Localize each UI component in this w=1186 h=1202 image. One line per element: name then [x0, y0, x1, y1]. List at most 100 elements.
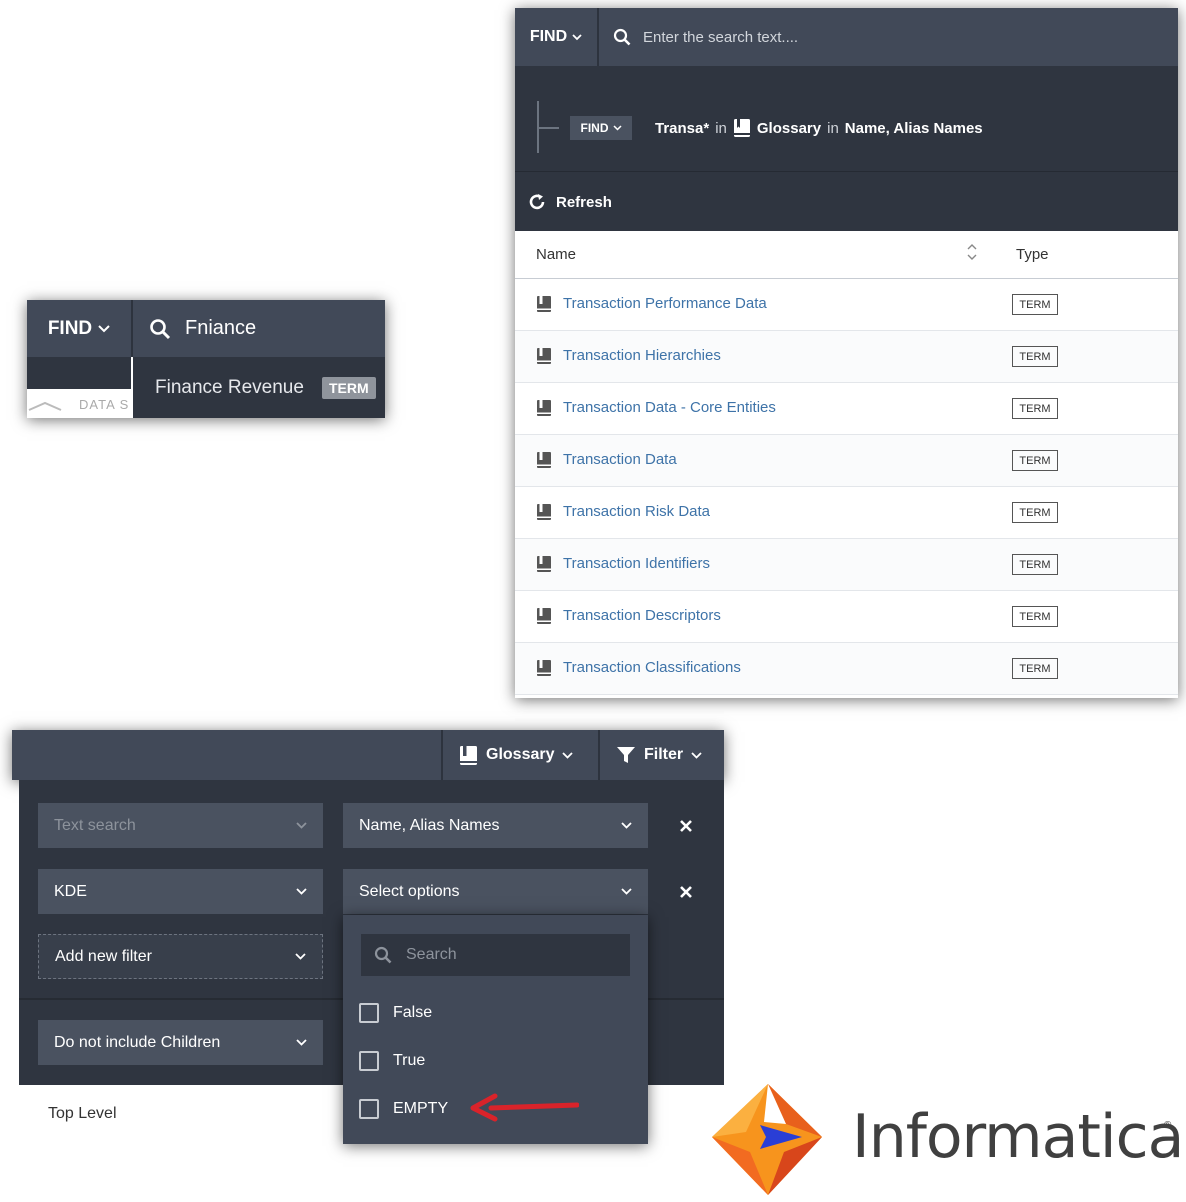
glossary-label: Glossary: [486, 746, 555, 763]
table-row[interactable]: Transaction Identifiers TERM: [515, 539, 1178, 591]
suggestion-item[interactable]: Finance Revenue TERM: [133, 357, 385, 418]
brand-name: Informatica: [852, 1102, 1184, 1172]
refresh-button[interactable]: Refresh: [515, 171, 1178, 232]
term-book-icon: [537, 660, 551, 676]
search-fields-value: Name, Alias Names: [359, 816, 500, 834]
remove-filter-button[interactable]: [674, 880, 698, 904]
table-row[interactable]: Transaction Data - Core Entities TERM: [515, 383, 1178, 435]
checkbox[interactable]: [359, 1051, 379, 1071]
chevron-down-icon: [691, 751, 702, 759]
term-name-link[interactable]: Transaction Data: [563, 451, 677, 468]
refresh-label: Refresh: [556, 193, 612, 211]
chevron-down-icon: [295, 953, 306, 960]
option-label: True: [393, 1052, 426, 1069]
glossary-book-icon: [733, 119, 750, 137]
term-type-badge: TERM: [1012, 346, 1058, 367]
criteria-find-label: FIND: [580, 121, 609, 135]
suggestion-type-badge: TERM: [321, 376, 376, 399]
glossary-book-icon: [460, 745, 477, 765]
filter-label: Filter: [644, 746, 684, 763]
term-book-icon: [537, 556, 551, 572]
chevron-down-icon: [621, 888, 632, 895]
criteria-in: in: [827, 119, 839, 137]
option-empty[interactable]: EMPTY: [359, 1099, 448, 1119]
text-search-select[interactable]: Text search: [38, 803, 323, 848]
criteria-fields: Name, Alias Names: [844, 119, 983, 137]
column-header-type[interactable]: Type: [1016, 246, 1049, 263]
filter-panel: Glossary Filter Text search Name, Alias …: [12, 730, 724, 1144]
text-search-placeholder: Text search: [54, 816, 136, 834]
add-new-filter-select[interactable]: Add new filter: [38, 934, 323, 979]
close-icon: [680, 820, 692, 832]
search-fields-select[interactable]: Name, Alias Names: [343, 803, 648, 848]
term-book-icon: [537, 348, 551, 364]
table-row[interactable]: Transaction Risk Data TERM: [515, 487, 1178, 539]
term-book-icon: [537, 296, 551, 312]
chevron-down-icon: [296, 822, 307, 829]
attribute-select[interactable]: KDE: [38, 869, 323, 914]
glossary-dropdown[interactable]: Glossary: [441, 730, 598, 780]
search-icon: [150, 318, 171, 339]
term-type-badge: TERM: [1012, 502, 1058, 523]
term-type-badge: TERM: [1012, 658, 1058, 679]
checkbox[interactable]: [359, 1003, 379, 1023]
search-placeholder: Enter the search text....: [643, 28, 799, 46]
chevron-down-icon: [296, 1039, 307, 1046]
find-lower-strip: [27, 357, 131, 389]
chevron-down-icon: [572, 33, 582, 40]
option-label: EMPTY: [393, 1100, 449, 1117]
tree-branch: [537, 127, 559, 129]
informatica-logo: Informatica ®: [706, 1082, 1184, 1197]
option-true[interactable]: True: [359, 1051, 425, 1071]
filter-dropdown[interactable]: Filter: [598, 730, 726, 780]
red-arrow-annotation: [470, 1093, 579, 1122]
sort-icon[interactable]: [967, 243, 977, 261]
children-value: Do not include Children: [54, 1033, 221, 1051]
table-row[interactable]: Transaction Performance Data TERM: [515, 279, 1178, 331]
checkbox[interactable]: [359, 1099, 379, 1119]
informatica-logo-mark: [712, 1084, 822, 1195]
remove-filter-button[interactable]: [674, 814, 698, 838]
term-name-link[interactable]: Transaction Data - Core Entities: [563, 399, 776, 416]
background-label: DATA S: [79, 397, 130, 412]
term-name-link[interactable]: Transaction Hierarchies: [563, 347, 721, 364]
filter-funnel-icon: [617, 747, 635, 763]
criteria-find-dropdown[interactable]: FIND: [570, 116, 632, 140]
find-dropdown[interactable]: FIND: [515, 8, 599, 66]
criteria-expression: Transa* in Glossary in Name, Alias Names: [655, 116, 983, 140]
term-type-badge: TERM: [1012, 294, 1058, 315]
search-icon: [613, 28, 631, 46]
table-row[interactable]: Transaction Hierarchies TERM: [515, 331, 1178, 383]
term-type-badge: TERM: [1012, 398, 1058, 419]
term-name-link[interactable]: Transaction Classifications: [563, 659, 741, 676]
options-select-value: Select options: [359, 882, 460, 900]
children-select[interactable]: Do not include Children: [38, 1020, 323, 1065]
registered-mark: ®: [1164, 1120, 1172, 1131]
criteria-term: Transa*: [655, 119, 710, 137]
term-type-badge: TERM: [1012, 554, 1058, 575]
option-false[interactable]: False: [359, 1003, 432, 1023]
column-header-name[interactable]: Name: [536, 246, 576, 263]
term-name-link[interactable]: Transaction Descriptors: [563, 607, 721, 624]
table-row[interactable]: Transaction Descriptors TERM: [515, 591, 1178, 643]
quick-find-panel: FIND Fniance DATA S Finance Revenue TERM: [27, 300, 385, 418]
search-input[interactable]: Fniance: [133, 300, 385, 357]
term-name-link[interactable]: Transaction Performance Data: [563, 295, 767, 312]
level-label[interactable]: Top Level: [48, 1105, 117, 1123]
options-select[interactable]: Select options: [343, 869, 648, 914]
criteria-scope: Glossary: [756, 119, 822, 137]
table-row[interactable]: Transaction Classifications TERM: [515, 643, 1178, 695]
find-dropdown[interactable]: FIND: [27, 300, 133, 357]
search-criteria: FIND Transa* in Glossary in Name, Alias …: [515, 66, 1178, 179]
background-content: DATA S: [27, 389, 131, 418]
search-icon: [374, 946, 392, 964]
table-row[interactable]: Transaction Data TERM: [515, 435, 1178, 487]
close-icon: [680, 886, 692, 898]
term-name-link[interactable]: Transaction Identifiers: [563, 555, 710, 572]
search-input[interactable]: Enter the search text....: [599, 8, 1178, 66]
options-search-input[interactable]: Search: [361, 934, 630, 976]
term-name-link[interactable]: Transaction Risk Data: [563, 503, 710, 520]
refresh-icon: [529, 194, 545, 210]
table-header: Name Type: [515, 231, 1178, 280]
criteria-in: in: [715, 119, 727, 137]
